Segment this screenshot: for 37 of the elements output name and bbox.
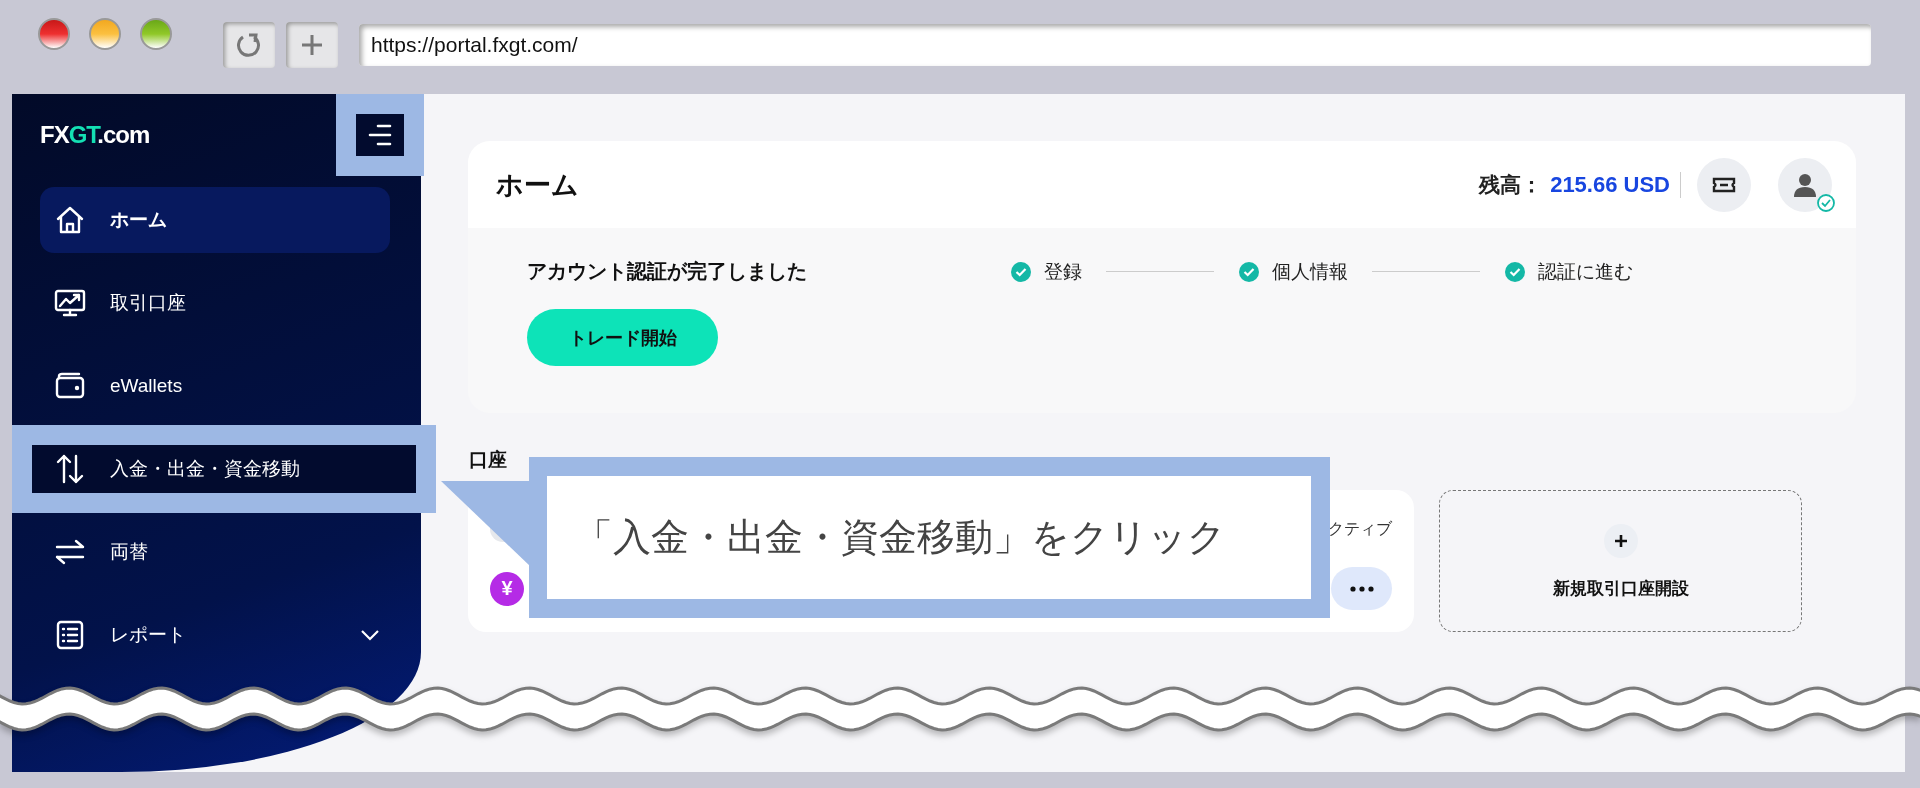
section-heading: 口座 [469, 448, 508, 472]
plus-icon [299, 32, 325, 58]
new-account-card[interactable]: 新規取引口座開設 [1439, 490, 1802, 632]
page-title: ホーム [496, 168, 579, 202]
plus-icon [1602, 522, 1639, 559]
sidebar-item[interactable]: 取引口座 [40, 270, 390, 336]
callout-text: 「入金・出金・資金移動」をクリック [575, 515, 1226, 560]
reload-button[interactable] [223, 22, 275, 68]
balance-value: 215.66 USD [1550, 171, 1670, 198]
minimize-light[interactable] [89, 18, 121, 50]
chevron-icon[interactable] [360, 629, 380, 641]
maximize-light[interactable] [140, 18, 172, 50]
verified-badge-icon [1817, 193, 1835, 212]
more-icon [1349, 585, 1374, 592]
new-account-label: 新規取引口座開設 [1552, 577, 1689, 600]
sidebar-item[interactable]: ホーム [40, 187, 390, 253]
home-icon [54, 204, 86, 236]
verification-message: アカウント認証が完了しました [527, 259, 808, 284]
report-icon [54, 619, 86, 651]
chart-icon [54, 287, 86, 319]
sidebar-item[interactable]: 両替 [40, 519, 390, 585]
start-trading-button[interactable]: トレード開始 [527, 309, 718, 366]
transfer-icon [54, 453, 86, 485]
menu-icon [368, 123, 392, 146]
status-text: クティブ [1328, 518, 1392, 539]
more-button[interactable] [1331, 567, 1392, 610]
sidebar-item[interactable]: eWallets [40, 353, 390, 419]
step-label: 登録 [1044, 259, 1082, 284]
step-label: 認証に進む [1538, 259, 1633, 284]
currency-icon: ¥ [490, 571, 524, 606]
logo: FXGT.com [40, 120, 150, 149]
balance-label: 残高： [1479, 171, 1543, 198]
step-label: 個人情報 [1272, 259, 1348, 284]
sidebar-item[interactable]: レポート [40, 602, 390, 668]
new-tab-button[interactable] [286, 22, 338, 68]
close-light[interactable] [38, 18, 70, 50]
address-field[interactable]: https://portal.fxgt.com/ [359, 24, 1871, 66]
